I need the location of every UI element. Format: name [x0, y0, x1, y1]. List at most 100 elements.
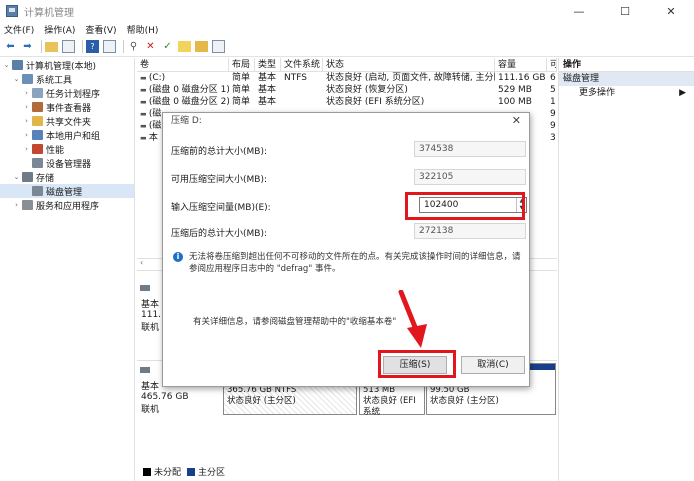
help-icon[interactable]: ?	[86, 40, 99, 53]
delete-icon[interactable]: ✕	[144, 40, 157, 53]
tree-node-icon	[32, 130, 43, 140]
table-cell: 1	[550, 97, 556, 107]
tree-item[interactable]: › 事件查看器	[0, 100, 134, 114]
table-cell: 6	[550, 73, 556, 83]
partition-efi-status: 状态良好 (EFI 系统	[363, 396, 416, 417]
tree-item[interactable]: ⌄ 系统工具	[0, 72, 134, 86]
table-cell: 3	[550, 133, 556, 143]
chevron-icon[interactable]: ›	[22, 103, 31, 111]
column-header[interactable]: 类型	[255, 58, 281, 71]
forward-icon[interactable]: ➡	[21, 40, 34, 53]
tree-item-label: 磁盘管理	[46, 187, 83, 198]
column-header[interactable]: 布局	[229, 58, 255, 71]
input-highlight	[405, 192, 525, 220]
partition-d-status: 状态良好 (主分区)	[227, 396, 296, 406]
cancel-button[interactable]: 取消(C)	[461, 356, 525, 374]
scroll-left-icon[interactable]: ‹	[140, 258, 143, 267]
chevron-icon[interactable]: ⌄	[2, 61, 11, 69]
actions-section[interactable]: 磁盘管理	[559, 72, 694, 86]
unallocated-swatch	[143, 467, 151, 476]
title-bar: 计算机管理 — ☐ ✕	[0, 0, 694, 22]
legend-unallocated: 未分配	[154, 468, 182, 478]
table-row[interactable]: ▬ (磁盘 0 磁盘分区 1) 简单 基本 状态良好 (恢复分区) 529 MB 5	[137, 84, 557, 96]
menu-view[interactable]: 查看(V)	[85, 23, 116, 36]
chevron-icon[interactable]: ›	[22, 117, 31, 125]
total-before-row: 压缩前的总计大小(MB): 374538	[171, 141, 526, 157]
menu-file[interactable]: 文件(F)	[4, 23, 34, 36]
menu-bar: 文件(F) 操作(A) 查看(V) 帮助(H)	[0, 22, 694, 37]
tree-item-label: 本地用户和组	[46, 131, 101, 142]
table-cell: 100 MB	[498, 97, 532, 107]
column-header[interactable]: 卷	[137, 58, 229, 71]
connect-icon[interactable]: ⚲	[127, 40, 140, 53]
tree-node-icon	[32, 116, 43, 126]
tree-item-label: 服务和应用程序	[36, 201, 100, 212]
shrink-dialog: 压缩 D: ✕ 压缩前的总计大小(MB): 374538 可用压缩空间大小(MB…	[162, 112, 530, 387]
table-cell: ▬ (磁盘 0 磁盘分区 1)	[140, 85, 229, 95]
table-cell: 111.16 GB	[498, 73, 546, 83]
back-icon[interactable]: ⬅	[4, 40, 17, 53]
table-cell: 状态良好 (恢复分区)	[326, 85, 408, 95]
view-icon[interactable]	[212, 40, 225, 53]
table-row[interactable]: ▬ (C:) 简单 基本 NTFS 状态良好 (启动, 页面文件, 故障转储, 主分区)…	[137, 72, 557, 84]
table-cell: 529 MB	[498, 85, 532, 95]
folder-up-icon[interactable]	[45, 41, 58, 52]
minimize-button[interactable]: —	[556, 0, 602, 22]
tree-item-label: 任务计划程序	[46, 89, 101, 100]
export-icon[interactable]	[178, 41, 191, 52]
table-cell: 简单	[232, 73, 251, 83]
chevron-icon[interactable]: ›	[12, 201, 21, 209]
table-header: 卷布局类型文件系统状态容量可	[137, 58, 557, 72]
tree-item-label: 性能	[46, 145, 65, 156]
tree-item[interactable]: 设备管理器	[0, 156, 134, 170]
table-row[interactable]: ▬ (磁盘 0 磁盘分区 2) 简单 基本 状态良好 (EFI 系统分区) 100 MB…	[137, 96, 557, 108]
tree-item[interactable]: ⌄ 存储	[0, 170, 134, 184]
properties-icon[interactable]	[103, 40, 116, 53]
column-header[interactable]: 状态	[323, 58, 495, 71]
tree-item[interactable]: › 共享文件夹	[0, 114, 134, 128]
close-button[interactable]: ✕	[648, 0, 694, 22]
chevron-icon[interactable]: ›	[22, 145, 31, 153]
column-header[interactable]: 容量	[495, 58, 547, 71]
menu-help[interactable]: 帮助(H)	[127, 23, 159, 36]
chevron-icon[interactable]: ›	[22, 131, 31, 139]
disk-icon	[140, 285, 150, 291]
show-tree-icon[interactable]	[62, 40, 75, 53]
toolbar-separator	[123, 40, 124, 53]
table-cell: ▬ (磁盘 0 磁盘分区 2)	[140, 97, 229, 107]
total-after-row: 压缩后的总计大小(MB): 272138	[171, 223, 526, 239]
table-cell: 基本	[258, 73, 277, 83]
dialog-close-button[interactable]: ✕	[512, 113, 521, 129]
checkmark-icon[interactable]: ✓	[161, 40, 174, 53]
tree-node-icon	[22, 200, 33, 210]
tree-node-icon	[32, 144, 43, 154]
chevron-icon[interactable]: ›	[22, 89, 31, 97]
tree-item[interactable]: › 本地用户和组	[0, 128, 134, 142]
more-actions[interactable]: 更多操作 ▶	[559, 86, 694, 100]
tree-item[interactable]: › 任务计划程序	[0, 86, 134, 100]
tree-item-label: 设备管理器	[46, 159, 92, 170]
volume-name: (C:)	[148, 73, 166, 83]
tree-item[interactable]: ⌄ 计算机管理(本地)	[0, 58, 134, 72]
total-after-label: 压缩后的总计大小(MB):	[171, 229, 267, 239]
import-icon[interactable]	[195, 41, 208, 52]
column-header[interactable]: 文件系统	[281, 58, 323, 71]
tree-item[interactable]: › 性能	[0, 142, 134, 156]
chevron-icon[interactable]: ⌄	[12, 75, 21, 83]
info-icon: i	[173, 252, 183, 262]
available-row: 可用压缩空间大小(MB): 322105	[171, 169, 526, 185]
tree-item-label: 计算机管理(本地)	[26, 61, 97, 72]
tree-item[interactable]: › 服务和应用程序	[0, 198, 134, 212]
tree-node-icon	[22, 172, 33, 182]
tree-node-icon	[32, 158, 43, 168]
menu-action[interactable]: 操作(A)	[44, 23, 75, 36]
dialog-title: 压缩 D:	[171, 116, 202, 126]
tree-item-label: 共享文件夹	[46, 117, 92, 128]
chevron-right-icon: ▶	[679, 88, 686, 98]
info-text: 无法将卷压缩到超出任何不可移动的文件所在的点。有关完成该操作时间的详细信息，请参…	[189, 252, 521, 274]
legend: 未分配 主分区	[140, 465, 225, 478]
column-header[interactable]: 可	[547, 58, 557, 71]
chevron-icon[interactable]: ⌄	[12, 173, 21, 181]
tree-item[interactable]: 磁盘管理	[0, 184, 134, 198]
maximize-button[interactable]: ☐	[602, 0, 648, 22]
